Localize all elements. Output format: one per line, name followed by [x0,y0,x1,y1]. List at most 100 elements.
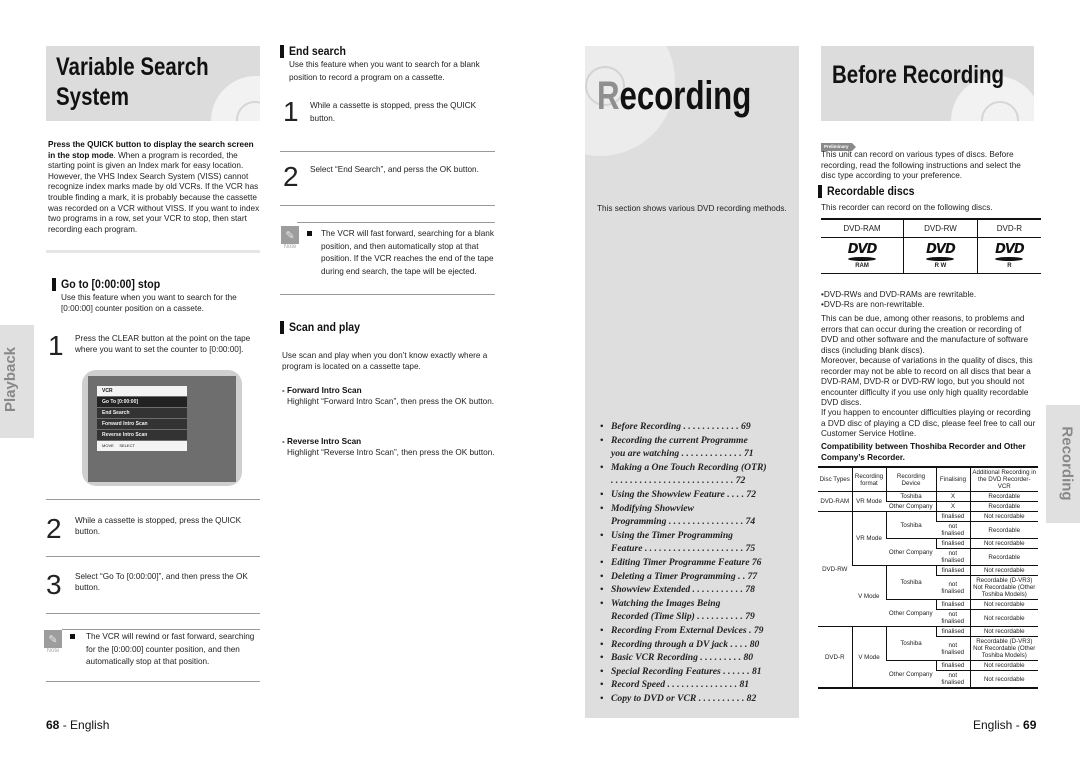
contents-item: • Basic VCR Recording . . . . . . . . . 8… [600,651,795,665]
bullet-icon: • [600,652,604,664]
device-cell: Other Company [886,538,936,566]
chapter-title-rest: ecording [619,74,752,118]
intro-text: . When a program is recorded, the starti… [48,150,260,234]
finalising-cell: not finalised [936,636,970,661]
contents-item: • Record Speed . . . . . . . . . . . . . … [600,678,795,692]
bullet-icon: • [600,692,604,704]
result-cell: Recordable [969,491,1038,502]
section-bar [818,184,822,198]
forward-intro-title: - Forward Intro Scan [282,386,362,395]
contents-item-text: Watching the Images Being [611,597,721,609]
note-label: Note [283,244,297,250]
section-title: Scan and play [289,320,361,334]
result-cell: Not recordable [969,599,1038,610]
chapter-title: Recording [597,74,751,118]
step-text: While a cassette is stopped, press the Q… [310,101,477,123]
recordable-desc: This recorder can record on the followin… [821,203,993,212]
bullet-icon: • [600,461,604,473]
disc-type-cell: DVD-RAM [818,491,852,512]
compat-header-row: Disc Types Recording format Recording De… [818,466,1038,492]
contents-item: . . . . . . . . . . . . . . . . . . . . … [600,474,795,488]
bullet-icon [600,542,611,556]
contents-item: you are watching . . . . . . . . . . . .… [600,447,795,461]
page-language: - English [59,718,110,732]
osd-select-hint: SELECT [119,443,135,448]
chapter-panel: Recording This section shows various DVD… [585,46,799,718]
disc-table-header: DVD-RAM DVD-RW DVD-R [821,218,1041,238]
section-title: Recordable discs [827,184,915,198]
contents-item-text: Special Recording Features . . . . . . 8… [611,665,762,677]
finalising-cell: not finalised [936,575,970,600]
divider [46,556,260,557]
pencil-icon: ✎ [44,630,62,648]
device-cell: Toshiba [885,511,936,539]
compat-header: Finalising [935,466,970,492]
bullet-icon: • [600,556,604,568]
dvd-rw-logo: DVD R W [903,237,978,274]
device-cell: Other Company [886,599,936,627]
finalising-cell: X [935,501,970,512]
compat-row: DVD-R V Mode Toshiba finalised Not recor… [818,626,1038,689]
bullet-icon: • [600,679,604,691]
bullet-icon: • [600,421,604,432]
step-text: While a cassette is stopped, press the Q… [75,516,242,536]
result-cell: Recordable [969,548,1038,566]
dvd-logo-icon: DVD [847,242,878,257]
pencil-icon: ✎ [281,226,299,244]
result-cell: Not recordable [969,626,1038,637]
contents-item: • Copy to DVD or VCR . . . . . . . . . . … [600,692,795,706]
bullet-icon: • [600,665,604,677]
finalising-cell: X [935,491,970,502]
step-number: 1 [283,96,299,127]
compat-header: Recording Device [885,466,936,492]
dvd-logo-sub: R W [934,263,947,269]
osd-menu-item[interactable]: Reverse Intro Scan [97,430,187,440]
osd-menu-item[interactable]: Go To [0:00:00] [97,397,187,407]
forward-intro-text: Highlight “Forward Intro Scan”, then pre… [287,397,495,406]
contents-item-text: Copy to DVD or VCR . . . . . . . . . . 8… [611,692,757,704]
disc-type-cell: DVD-R [818,626,852,689]
bullet-icon: • [600,597,604,609]
compat-title: Compatibility between Thoshiba Recorder … [821,442,1026,462]
contents-item-text: Recorded (Time Slip) . . . . . . . . . .… [611,611,755,623]
compatibility-table: Disc Types Recording format Recording De… [818,466,1038,689]
scan-play-desc: Use scan and play when you don’t know ex… [282,351,488,371]
contents-item: • Special Recording Features . . . . . . … [600,665,795,679]
result-cell: Not recordable [969,609,1038,627]
device-cell: Toshiba [885,565,936,600]
result-cell: Not recordable [969,511,1038,522]
bullet-icon: • [600,570,604,582]
before-recording-intro: This unit can record on various types of… [821,150,1021,181]
title-banner-before-recording: Before Recording [821,46,1034,121]
contents-item: • Recording through a DV jack . . . . 80 [600,638,795,652]
format-cell: V Mode [851,626,886,689]
divider [280,294,495,295]
tv-screen: VCR Go To [0:00:00] End Search Forward I… [82,370,242,486]
step-number: 2 [46,513,62,544]
device-cell: Toshiba [885,491,936,502]
contents-item: • Editing Timer Programme Feature 76 [600,556,795,570]
note-text: The VCR will fast forward, searching for… [321,229,494,276]
contents-item-text: Before Recording . . . . . . . . . . . .… [611,421,751,432]
device-cell: Other Company [886,501,936,512]
osd-menu-item[interactable]: Forward Intro Scan [97,419,187,429]
note-block: ✎ Note [44,630,62,654]
compat-header: Additional Recording in the DVD Recorder… [969,466,1038,492]
finalising-cell: finalised [935,626,970,637]
section-scan-play-heading: Scan and play [280,320,370,334]
contents-item: • Recording the current Programme [600,434,795,448]
compat-row: DVD-RAM VR Mode Toshiba X Recordable [818,491,1038,512]
bullet-icon [307,231,312,236]
result-cell: Not recordable [969,565,1038,576]
result-cell: Not recordable [969,660,1038,671]
rewritable-note: •DVD-RWs and DVD-RAMs are rewritable. [821,290,977,299]
osd-menu-item[interactable]: End Search [97,408,187,418]
dvd-logo-sub: RAM [855,263,869,269]
side-tab-label: Playback [2,346,20,413]
divider [297,222,495,223]
side-tab-recording: Recording [1046,405,1080,523]
note-text: The VCR will rewind or fast forward, sea… [86,632,255,666]
divider [46,613,260,614]
paragraph: If you happen to encounter difficulties … [821,408,1036,439]
contents-item: • Watching the Images Being [600,597,795,611]
